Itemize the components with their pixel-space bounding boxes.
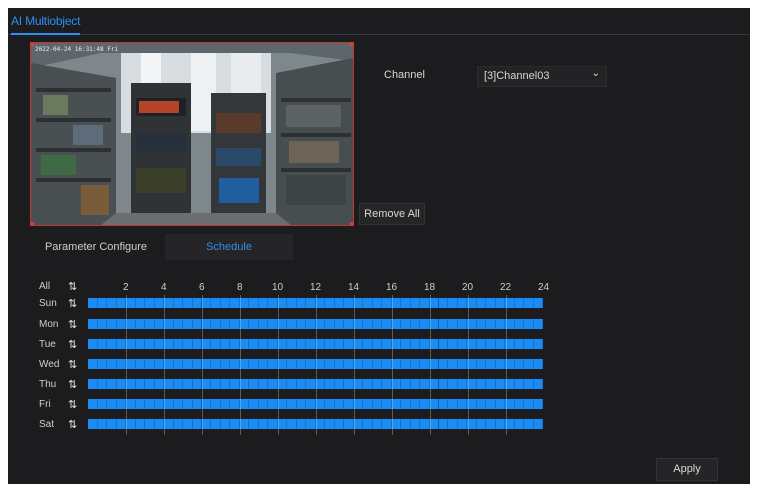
hour-label: 4 [161, 282, 167, 293]
subtab-schedule[interactable]: Schedule [165, 234, 293, 260]
hour-label: 6 [199, 282, 205, 293]
day-label-fri: Fri [39, 399, 51, 410]
day-label-sun: Sun [39, 298, 57, 309]
hour-label: 14 [348, 282, 360, 293]
hour-label: 12 [310, 282, 322, 293]
tab-ai-multiobject[interactable]: AI Multiobject [11, 14, 80, 35]
grid-line [278, 295, 279, 435]
grid-line [430, 295, 431, 435]
hour-label: 2 [123, 282, 129, 293]
day-label-thu: Thu [39, 379, 57, 390]
grid-line [202, 295, 203, 435]
hour-label: 8 [237, 282, 243, 293]
channel-value: [3]Channel03 [484, 70, 550, 82]
channel-select[interactable]: [3]Channel03 ⌄ [477, 66, 607, 87]
chevron-down-icon: ⌄ [591, 68, 600, 79]
day-label-tue: Tue [39, 339, 56, 350]
hour-label: 10 [272, 282, 284, 293]
grid-line [240, 295, 241, 435]
day-label-wed: Wed [39, 359, 60, 370]
sync-arrows-icon[interactable]: ⇅ [68, 398, 77, 411]
sync-arrows-icon[interactable]: ⇅ [68, 358, 77, 371]
main-panel: AI Multiobject 2022-04-24 16:31:48 Fri C… [8, 8, 750, 484]
sync-arrows-icon[interactable]: ⇅ [68, 418, 77, 431]
channel-label: Channel [384, 69, 425, 81]
region-handle[interactable] [350, 43, 353, 46]
grid-line [392, 295, 393, 435]
preview-timestamp: 2022-04-24 16:31:48 Fri [35, 46, 119, 53]
grid-line [354, 295, 355, 435]
hour-label: 24 [538, 282, 550, 293]
subtab-parameter-configure[interactable]: Parameter Configure [30, 234, 162, 260]
region-handle[interactable] [31, 222, 34, 225]
day-label-sat: Sat [39, 419, 55, 430]
camera-scene [31, 43, 353, 225]
grid-line [164, 295, 165, 435]
sync-arrows-icon[interactable]: ⇅ [68, 297, 77, 310]
remove-all-button[interactable]: Remove All [359, 203, 425, 225]
region-handle[interactable] [31, 43, 34, 46]
camera-preview[interactable]: 2022-04-24 16:31:48 Fri [30, 42, 354, 226]
sync-arrows-icon[interactable]: ⇅ [68, 280, 77, 293]
sync-arrows-icon[interactable]: ⇅ [68, 318, 77, 331]
sync-arrows-icon[interactable]: ⇅ [68, 338, 77, 351]
apply-button[interactable]: Apply [656, 458, 718, 481]
day-label-mon: Mon [39, 319, 59, 330]
grid-line [126, 295, 127, 435]
hour-label: 20 [462, 282, 474, 293]
all-label: All [39, 281, 51, 292]
grid-line [506, 295, 507, 435]
hour-label: 22 [500, 282, 512, 293]
grid-line [316, 295, 317, 435]
sync-arrows-icon[interactable]: ⇅ [68, 378, 77, 391]
hour-label: 16 [386, 282, 398, 293]
hour-label: 18 [424, 282, 436, 293]
region-handle[interactable] [350, 222, 353, 225]
grid-line [468, 295, 469, 435]
tab-bar: AI Multiobject [8, 8, 750, 35]
